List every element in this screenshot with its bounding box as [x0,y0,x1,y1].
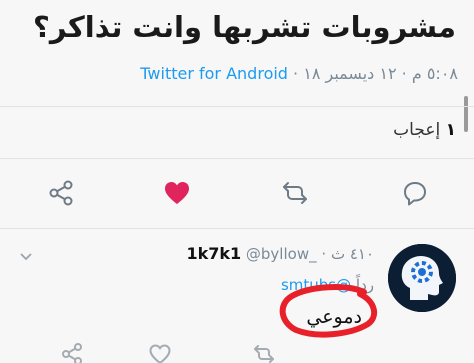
reply-retweet-button[interactable] [252,342,276,363]
avatar[interactable] [388,244,456,312]
share-button[interactable] [46,178,76,208]
reply-header: 1k7k1 @byllow_ · ٤١٠ ث [186,244,374,263]
likes-count[interactable]: ١ إعجاب [393,120,456,140]
reply-action-bar [0,342,474,363]
tweet-detail-page: مشروبات تشربها وانت تذاكر؟ ٥:٠٨ م · ١٢ د… [0,0,474,363]
reply-handle[interactable]: @byllow_ [246,245,317,263]
reply-time: ٤١٠ ث [330,245,374,263]
reply-button[interactable] [400,178,430,208]
likes-number: ١ [445,120,456,140]
heart-outline-icon [149,344,171,363]
retweet-icon [254,345,274,363]
divider [0,228,474,229]
like-button[interactable] [162,178,192,208]
retweet-icon [283,182,307,204]
share-icon [62,343,82,363]
retweet-button[interactable] [280,178,310,208]
reply-like-button[interactable] [148,342,172,363]
head-gear-icon [388,244,456,312]
divider [0,158,474,159]
tweet-action-bar [0,172,474,212]
reply-icon [404,182,426,206]
tweet-date: ١٢ ديسمبر ١٨ [303,64,397,83]
scrollbar-thumb[interactable] [464,96,468,132]
chevron-down-icon[interactable] [18,248,34,264]
reply-tweet[interactable]: 1k7k1 @byllow_ · ٤١٠ ث رداً @smtubs دموع… [0,230,474,363]
share-icon [49,180,73,206]
tweet-text: مشروبات تشربها وانت تذاكر؟ [33,10,456,44]
likes-label: إعجاب [393,120,441,140]
tweet-meta: ٥:٠٨ م · ١٢ ديسمبر ١٨ · Twitter for Andr… [140,64,458,83]
tweet-time: ٥:٠٨ م [411,64,458,83]
reply-share-button[interactable] [60,342,84,363]
tweet-client-link[interactable]: Twitter for Android [140,64,288,83]
heart-icon [165,182,189,204]
divider [0,106,474,107]
reply-display-name[interactable]: 1k7k1 [186,244,241,263]
reply-text: دموعي [306,306,362,328]
